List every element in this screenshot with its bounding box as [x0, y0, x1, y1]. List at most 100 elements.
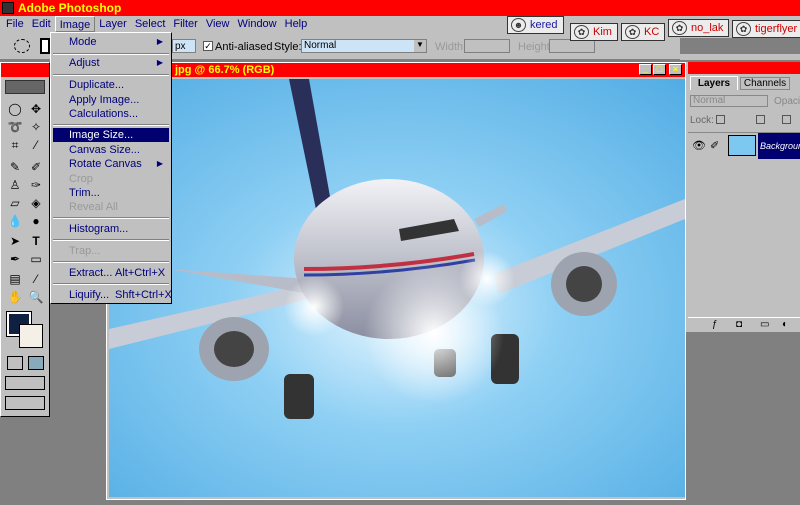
menu-item-image-size[interactable]: Image Size...: [53, 128, 169, 142]
menu-item-apply-image[interactable]: Apply Image...: [53, 93, 169, 107]
lock-image-checkbox[interactable]: [756, 115, 765, 124]
menu-window[interactable]: Window: [234, 16, 281, 32]
width-input: [464, 39, 510, 53]
menu-item-calculations[interactable]: Calculations...: [53, 107, 169, 121]
image-canvas[interactable]: [109, 79, 685, 497]
minimize-button[interactable]: _: [639, 64, 652, 75]
toolbox-title-bar[interactable]: [1, 63, 49, 77]
background-color-swatch[interactable]: [19, 324, 43, 348]
menu-item-duplicate[interactable]: Duplicate...: [53, 78, 169, 92]
style-select[interactable]: Normal ▼: [301, 39, 427, 53]
path-selection-icon[interactable]: ➤: [5, 233, 25, 250]
style-value: Normal: [304, 40, 337, 51]
zoom-tool-icon[interactable]: 🔍: [26, 289, 46, 306]
menu-help[interactable]: Help: [281, 16, 312, 32]
submenu-arrow-icon: ▶: [156, 159, 163, 168]
user-name: Kim: [593, 26, 612, 38]
panel-title-bar[interactable]: [688, 62, 800, 74]
menu-item-rotate-canvas[interactable]: Rotate Canvas ▶: [53, 157, 169, 171]
move-tool-icon[interactable]: ✥: [26, 101, 46, 118]
tab-layers[interactable]: Layers: [690, 76, 738, 90]
hand-tool-icon[interactable]: ✋: [5, 289, 25, 306]
crop-tool-icon[interactable]: ⌗: [5, 137, 25, 154]
brush-link-icon[interactable]: ✐: [710, 139, 719, 152]
healing-brush-icon[interactable]: ✎: [5, 159, 25, 176]
user-tab-kered[interactable]: ☻ kered: [507, 16, 564, 34]
layer-style-icon[interactable]: ƒ: [712, 319, 718, 330]
ellipse-marquee-icon[interactable]: [14, 39, 30, 53]
lasso-tool-icon[interactable]: ➰: [5, 119, 25, 136]
new-set-icon[interactable]: ▭: [760, 319, 769, 330]
marquee-tool-icon[interactable]: ◯: [5, 101, 25, 118]
rectangle-tool-icon[interactable]: ▭: [26, 251, 46, 268]
eraser-tool-icon[interactable]: ▱: [5, 195, 25, 212]
menu-item-trim[interactable]: Trim...: [53, 186, 169, 200]
document-title-bar[interactable]: jpg @ 66.7% (RGB) _ □ ×: [107, 63, 685, 77]
lock-position-checkbox[interactable]: [782, 115, 791, 124]
type-tool-icon[interactable]: T: [26, 233, 46, 250]
anti-aliased-checkbox[interactable]: ✓: [203, 41, 213, 51]
user-tab-kim[interactable]: ✿ Kim: [570, 23, 618, 41]
menu-item-mode[interactable]: Mode ▶: [53, 35, 169, 49]
menu-item-canvas-size[interactable]: Canvas Size...: [53, 143, 169, 157]
tab-channels[interactable]: Channels: [740, 77, 790, 90]
slice-tool-icon[interactable]: ⁄: [26, 137, 46, 154]
user-tab-kc[interactable]: ✿ KC: [621, 23, 666, 41]
magic-wand-tool-icon[interactable]: ✧: [26, 119, 46, 136]
user-tab-no-lak[interactable]: ✿ no_lak: [668, 19, 730, 37]
selection-mode-icon[interactable]: [40, 38, 50, 54]
jump-to-imageready-icon[interactable]: [5, 396, 45, 410]
blend-mode-value: Normal: [693, 95, 726, 106]
menu-separator: [53, 283, 169, 285]
menu-separator: [53, 239, 169, 241]
brush-tool-icon[interactable]: ✐: [26, 159, 46, 176]
notes-tool-icon[interactable]: ▤: [5, 271, 25, 288]
width-label: Width:: [435, 41, 467, 53]
menu-item-label: Mode: [69, 36, 97, 48]
height-label: Height:: [518, 41, 553, 53]
menu-file[interactable]: File: [2, 16, 28, 32]
maximize-button[interactable]: □: [653, 64, 666, 75]
adobe-logo-icon[interactable]: [5, 80, 45, 94]
menu-filter[interactable]: Filter: [169, 16, 201, 32]
menu-layer[interactable]: Layer: [95, 16, 131, 32]
menu-item-label: Adjust: [69, 57, 100, 69]
height-input: [549, 39, 595, 53]
eyedropper-tool-icon[interactable]: ⁄: [26, 271, 46, 288]
menu-item-liquify[interactable]: Liquify... Shft+Ctrl+X: [53, 288, 172, 302]
blend-mode-select[interactable]: Normal: [690, 95, 768, 107]
feather-input[interactable]: [172, 39, 196, 53]
dodge-tool-icon[interactable]: ●: [26, 213, 46, 230]
layer-row-background[interactable]: 👁 ✐ Background: [688, 132, 800, 159]
user-tab-tigerflyer[interactable]: ✿ tigerflyer: [732, 20, 800, 38]
lock-transparency-checkbox[interactable]: [716, 115, 725, 124]
blur-tool-icon[interactable]: 💧: [5, 213, 25, 230]
flower-icon: ✿: [672, 21, 687, 35]
menu-select[interactable]: Select: [131, 16, 170, 32]
paint-bucket-icon[interactable]: ◈: [26, 195, 46, 212]
lock-label: Lock:: [690, 115, 714, 126]
menu-edit[interactable]: Edit: [28, 16, 55, 32]
menu-image[interactable]: Image: [54, 16, 96, 32]
flower-icon: ✿: [625, 25, 640, 39]
menu-item-adjust[interactable]: Adjust ▶: [53, 56, 169, 70]
menu-item-shortcut: Shft+Ctrl+X: [115, 289, 172, 301]
menu-item-histogram[interactable]: Histogram...: [53, 222, 169, 236]
menu-item-shortcut: Alt+Ctrl+X: [115, 267, 166, 279]
standard-mode-icon[interactable]: [7, 356, 23, 370]
mask-icon[interactable]: ◘: [736, 319, 742, 330]
pen-tool-icon[interactable]: ✒: [5, 251, 25, 268]
screen-mode-icons[interactable]: [5, 376, 45, 390]
toolbox: ◯ ✥ ➰ ✧ ⌗ ⁄ ✎ ✐ ♙ ✑ ▱ ◈ 💧 ● ➤ T ✒ ▭ ▤ ⁄ …: [0, 62, 50, 417]
eye-icon[interactable]: 👁: [692, 139, 706, 152]
adjustment-layer-icon[interactable]: ◐: [782, 319, 788, 330]
app-icon[interactable]: [2, 2, 14, 14]
menu-item-extract[interactable]: Extract... Alt+Ctrl+X: [53, 266, 169, 280]
airplane-image: [109, 79, 685, 497]
document-window: jpg @ 66.7% (RGB) _ □ ×: [106, 62, 686, 500]
history-brush-icon[interactable]: ✑: [26, 177, 46, 194]
close-button[interactable]: ×: [669, 64, 682, 75]
clone-stamp-icon[interactable]: ♙: [5, 177, 25, 194]
menu-view[interactable]: View: [202, 16, 234, 32]
quick-mask-icon[interactable]: [28, 356, 44, 370]
